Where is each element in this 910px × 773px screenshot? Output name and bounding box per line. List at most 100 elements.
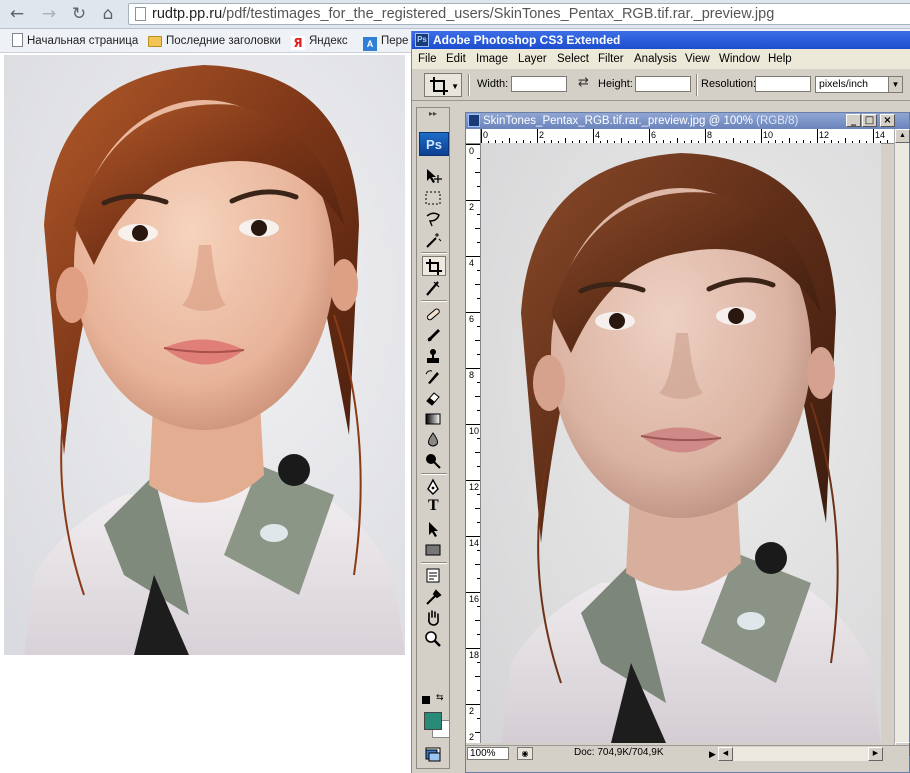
move-tool-icon[interactable] (422, 166, 446, 186)
slice-tool-icon[interactable] (422, 278, 446, 298)
document-size-info: Doc: 704,9K/704,9K (574, 747, 664, 758)
close-button[interactable]: × (880, 114, 895, 127)
brush-tool-icon[interactable] (422, 325, 446, 345)
menu-help[interactable]: Help (768, 49, 792, 69)
bookmark-label: Последние заголовки (166, 35, 281, 47)
zoom-level-field[interactable]: 100% (467, 747, 509, 760)
tool-preset-picker[interactable]: ▼ (424, 73, 462, 97)
bookmark-recent-headlines[interactable]: Последние заголовки (148, 32, 281, 50)
browser-preview-image (4, 55, 405, 655)
status-menu-arrow[interactable]: ▶ (709, 747, 716, 761)
document-title: SkinTones_Pentax_RGB.tif.rar._preview.jp… (483, 113, 798, 129)
bookmark-label: Пере (381, 35, 409, 47)
ruler-origin[interactable] (466, 129, 481, 144)
bookmark-translate[interactable]: A Пере (363, 32, 409, 51)
height-field[interactable] (635, 76, 691, 92)
ruler-label: 4 (595, 130, 601, 140)
resolution-units-select[interactable]: pixels/inch ▼ (815, 76, 903, 93)
blur-tool-icon[interactable] (422, 430, 446, 450)
marquee-tool-icon[interactable] (422, 188, 446, 208)
foreground-color-swatch[interactable] (424, 712, 442, 730)
toolbox: ▸▸ Ps T ⇆ (416, 107, 450, 769)
path-selection-tool-icon[interactable] (422, 519, 446, 539)
folder-icon (148, 36, 162, 47)
menu-file[interactable]: File (418, 49, 437, 69)
resolution-label: Resolution: (701, 78, 757, 90)
page-icon (135, 7, 146, 21)
bookmark-yandex[interactable]: Я Яндекс (291, 32, 348, 50)
width-field[interactable] (511, 76, 567, 92)
eraser-tool-icon[interactable] (422, 388, 446, 408)
maximize-button[interactable]: □ (862, 114, 877, 127)
menu-analysis[interactable]: Analysis (634, 49, 677, 69)
ruler-label: 2 (469, 706, 475, 716)
photoshop-logo-icon: Ps (415, 33, 429, 47)
home-button[interactable]: ⌂ (97, 4, 119, 24)
vertical-ruler[interactable]: 0 2 4 6 8 10 12 14 16 18 2 2 (466, 144, 481, 743)
bookmark-home-page[interactable]: Начальная страница (12, 32, 138, 50)
ruler-label: 0 (469, 146, 475, 156)
resolution-field[interactable] (755, 76, 811, 92)
ruler-label: 14 (469, 538, 480, 548)
zoom-tool-icon[interactable] (422, 629, 446, 649)
back-button[interactable]: ← (6, 4, 28, 24)
pen-tool-icon[interactable] (422, 477, 446, 497)
divider (421, 252, 447, 254)
document-icon (468, 114, 480, 127)
crop-tool-icon (430, 77, 448, 95)
document-canvas-image[interactable] (481, 143, 881, 743)
scroll-up-button[interactable]: ▲ (895, 129, 910, 143)
yandex-icon: Я (291, 36, 305, 50)
scroll-right-button[interactable]: ▶ (868, 747, 883, 761)
height-label: Height: (598, 78, 633, 90)
divider (421, 562, 447, 564)
menu-select[interactable]: Select (557, 49, 589, 69)
eyedropper-tool-icon[interactable] (422, 587, 446, 607)
swap-colors-icon[interactable]: ⇆ (436, 693, 444, 703)
menu-view[interactable]: View (685, 49, 710, 69)
crop-tool-icon[interactable] (422, 256, 446, 276)
document-titlebar[interactable]: SkinTones_Pentax_RGB.tif.rar._preview.jp… (466, 113, 909, 129)
document-name: SkinTones_Pentax_RGB.tif.rar._preview.jp… (483, 115, 753, 127)
ruler-label: 2 (539, 130, 545, 140)
toolbox-grip[interactable]: ▸▸ (419, 110, 447, 118)
divider (421, 473, 447, 475)
type-tool-icon[interactable]: T (422, 497, 446, 518)
chevron-down-icon: ▼ (451, 82, 459, 91)
menu-filter[interactable]: Filter (598, 49, 624, 69)
gradient-tool-icon[interactable] (422, 409, 446, 429)
divider (696, 74, 698, 96)
menu-window[interactable]: Window (719, 49, 760, 69)
document-status-bar: 100% ◉ Doc: 704,9K/704,9K ▶ ◀ ▶ (466, 745, 909, 761)
history-brush-tool-icon[interactable] (422, 367, 446, 387)
vertical-scrollbar[interactable]: ▲ ▼ (894, 129, 910, 758)
hand-tool-icon[interactable] (422, 608, 446, 628)
app-title: Adobe Photoshop CS3 Extended (433, 33, 621, 47)
minimize-button[interactable]: _ (846, 114, 861, 127)
screen-mode-icon[interactable] (422, 745, 446, 765)
lasso-tool-icon[interactable] (422, 209, 446, 229)
reload-button[interactable]: ↻ (68, 4, 90, 24)
menu-layer[interactable]: Layer (518, 49, 547, 69)
swap-dimensions-icon[interactable]: ⇄ (578, 75, 589, 90)
healing-brush-tool-icon[interactable] (422, 304, 446, 324)
dodge-tool-icon[interactable] (422, 451, 446, 471)
forward-button[interactable]: → (38, 4, 60, 24)
photoshop-logo-icon[interactable]: Ps (419, 132, 449, 156)
type-glyph: T (428, 497, 439, 514)
menu-edit[interactable]: Edit (446, 49, 466, 69)
scroll-left-button[interactable]: ◀ (718, 747, 733, 761)
address-bar[interactable]: rudtp.pp.ru/pdf/testimages_for_the_regis… (128, 3, 910, 25)
notes-tool-icon[interactable] (422, 566, 446, 586)
rectangle-tool-icon[interactable] (422, 540, 446, 560)
magic-wand-tool-icon[interactable] (422, 230, 446, 250)
ruler-label: 16 (469, 594, 480, 604)
menu-image[interactable]: Image (476, 49, 508, 69)
browser-toolbar: ← → ↻ ⌂ rudtp.pp.ru/pdf/testimages_for_t… (0, 0, 910, 29)
horizontal-scrollbar[interactable]: ◀ ▶ (718, 747, 883, 761)
default-colors-icon[interactable] (422, 696, 430, 704)
url-path: /pdf/testimages_for_the_registered_users… (222, 6, 775, 22)
clone-stamp-tool-icon[interactable] (422, 346, 446, 366)
status-options-icon[interactable]: ◉ (517, 747, 533, 760)
horizontal-ruler[interactable]: 0 2 4 6 8 10 12 14 (481, 129, 894, 144)
